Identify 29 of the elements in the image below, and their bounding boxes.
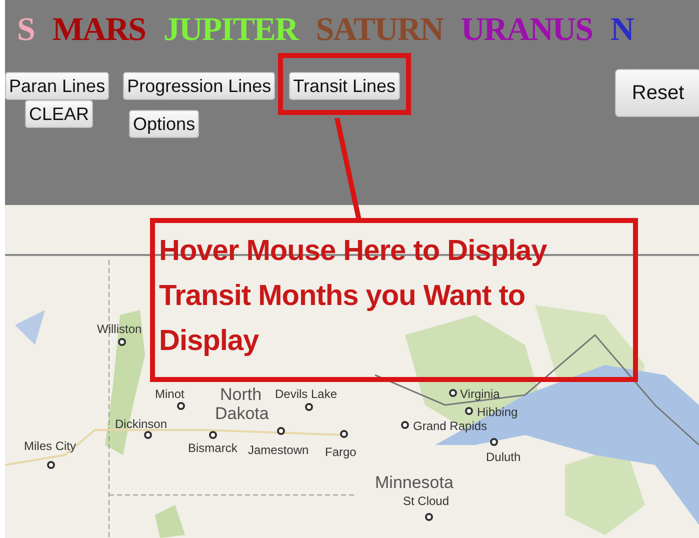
planet-label: JUPITER xyxy=(164,11,298,50)
city-label: Jamestown xyxy=(248,442,309,459)
toolbar-button[interactable]: Options xyxy=(129,110,200,138)
city-label: Williston xyxy=(97,321,142,338)
toolbar-button[interactable]: Transit Lines xyxy=(289,72,400,100)
planet-label: S xyxy=(17,11,34,50)
city-label: Virginia xyxy=(460,386,500,403)
city-label: Miles City xyxy=(24,438,76,455)
toolbar-button[interactable]: Progression Lines xyxy=(123,72,276,100)
planet-label: N xyxy=(610,11,634,50)
region-label: Dakota xyxy=(215,403,269,425)
city-label: Dickinson xyxy=(115,416,168,433)
callout-text: Hover Mouse Here to Display Transit Months you Want to Display xyxy=(159,234,548,359)
city-label: Duluth xyxy=(486,449,521,466)
city-label: St Cloud xyxy=(403,493,450,510)
city-label: Bismarck xyxy=(188,440,238,457)
city-label: Fargo xyxy=(325,444,356,461)
planet-label: URANUS xyxy=(460,11,592,50)
city-label: Devils Lake xyxy=(275,386,338,403)
planet-label: SATURN xyxy=(316,11,443,50)
toolbar-button[interactable]: CLEAR xyxy=(25,100,94,128)
planet-label: MARS xyxy=(52,11,146,50)
city-label: Grand Rapids xyxy=(413,418,488,435)
reset-button[interactable]: Reset xyxy=(615,69,699,117)
region-label: Minnesota xyxy=(375,472,454,494)
city-label: Hibbing xyxy=(477,404,518,421)
toolbar-button[interactable]: Paran Lines xyxy=(5,72,110,100)
region-label: North xyxy=(220,384,262,406)
city-label: Minot xyxy=(155,386,184,403)
